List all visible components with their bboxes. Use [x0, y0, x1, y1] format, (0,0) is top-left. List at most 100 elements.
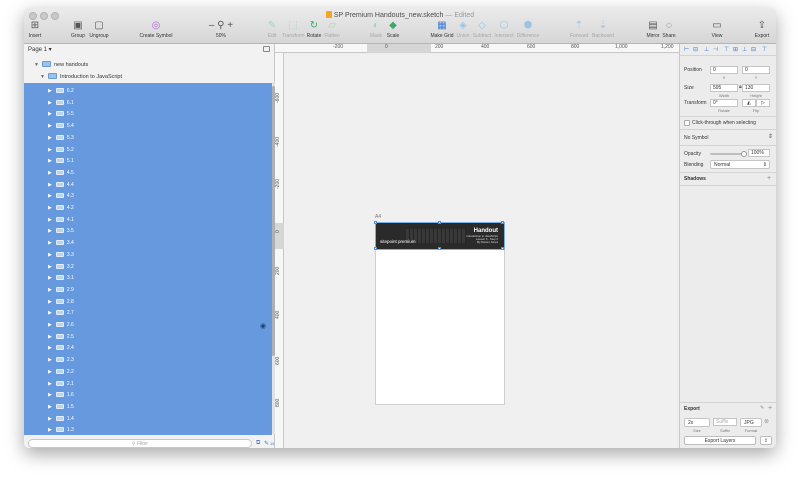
layer-row[interactable]: ▶ 5.3 — [48, 133, 74, 145]
artboard-label[interactable]: A4 — [375, 214, 381, 220]
filter-options-icon[interactable]: ⧉ — [256, 440, 260, 447]
layer-row[interactable]: ▶ 5.4 — [48, 121, 74, 133]
difference-button[interactable]: ⬢ Difference — [516, 21, 540, 40]
export-toolbar-button[interactable]: ⇪ Export — [754, 21, 770, 40]
layer-row[interactable]: ▶ 4.2 — [48, 203, 74, 215]
layer-row[interactable]: ▶ 1.6 — [48, 390, 74, 402]
blending-select[interactable]: Normal ⇕ — [710, 160, 770, 169]
align-baseline-icon[interactable]: ⊤ — [762, 47, 768, 53]
add-export-icon[interactable]: + — [768, 405, 772, 412]
layer-row[interactable]: ▶ 2.6 — [48, 320, 74, 332]
flip-horizontal-button[interactable]: ◭ — [742, 99, 756, 107]
union-button[interactable]: ◈ Union — [456, 21, 470, 40]
slice-knife-icon[interactable]: ✎ — [760, 405, 764, 412]
layer-row[interactable]: ▶ 2.8 — [48, 297, 74, 309]
transform-button[interactable]: ⬚ Transform — [282, 21, 305, 40]
layer-row[interactable]: ▶ 3.5 — [48, 226, 74, 238]
scale-button[interactable]: ◆ Scale — [386, 21, 400, 40]
remove-export-icon[interactable]: ⊗ — [764, 419, 769, 426]
layer-row[interactable]: ▶ 2.9 — [48, 285, 74, 297]
layer-group-new-handouts[interactable]: ▼ new handouts — [34, 59, 88, 71]
view-button[interactable]: ▭ View — [708, 21, 726, 40]
opacity-slider[interactable] — [710, 153, 744, 155]
flip-vertical-button[interactable]: ▷ — [756, 99, 770, 107]
position-y-field[interactable]: 0 — [742, 66, 770, 74]
align-center-horizontal-icon[interactable]: ⊥ — [704, 47, 710, 53]
group-button[interactable]: ▣ Group — [70, 21, 86, 40]
layer-row[interactable]: ▶ 3.3 — [48, 250, 74, 262]
align-bottom-icon[interactable]: ⊥ — [742, 47, 748, 53]
make-grid-button[interactable]: ▦ Make Grid — [430, 21, 454, 40]
layer-row[interactable]: ▶ 3.1 — [48, 273, 74, 285]
export-suffix-input[interactable]: Suffix — [713, 418, 737, 426]
backward-button[interactable]: ⇣ Backward — [592, 21, 614, 40]
layer-row[interactable]: ▶ 3.4 — [48, 238, 74, 250]
align-middle-icon[interactable]: ⊞ — [733, 47, 739, 53]
resize-handle[interactable] — [374, 247, 377, 250]
layer-row[interactable]: ▶ 2.5 — [48, 332, 74, 344]
resize-handle[interactable] — [501, 221, 504, 224]
artboard-a4[interactable]: sitepoint premium Handout Introduction t… — [374, 221, 505, 405]
layer-row[interactable]: ▶ 4.5 — [48, 168, 74, 180]
handout-banner[interactable]: sitepoint premium Handout Introduction t… — [375, 222, 505, 250]
layer-row[interactable]: ▶ 2.3 — [48, 355, 74, 367]
create-symbol-button[interactable]: ◎ Create Symbol — [138, 21, 174, 40]
align-right-icon[interactable]: ⊣ — [713, 47, 719, 53]
layer-row[interactable]: ▶ 1.4 — [48, 414, 74, 426]
resize-handle[interactable] — [374, 221, 377, 224]
resize-handle[interactable] — [438, 221, 441, 224]
width-field[interactable]: 595 — [710, 84, 738, 92]
layer-artboard-intro-js[interactable]: ▼ Introduction to JavaScript — [40, 71, 122, 83]
layer-row[interactable]: ▶ 2.1 — [48, 379, 74, 391]
layer-row[interactable]: ▶ 6.2 — [48, 86, 74, 98]
layer-row[interactable]: ▶ 4.3 — [48, 191, 74, 203]
symbol-select[interactable]: No Symbol — [684, 135, 708, 141]
pages-toggle-icon[interactable] — [263, 46, 270, 52]
layer-row[interactable]: ▶ 4.4 — [48, 180, 74, 192]
rotate-field[interactable]: 0° — [710, 99, 738, 107]
layer-row[interactable]: ▶ 6.1 — [48, 98, 74, 110]
position-x-field[interactable]: 0 — [710, 66, 738, 74]
opacity-slider-knob[interactable] — [741, 151, 747, 157]
rotate-button[interactable]: ↻ Rotate — [306, 21, 322, 40]
flatten-button[interactable]: ▱ Flatten — [324, 21, 340, 40]
export-layers-button[interactable]: Export Layers — [684, 436, 756, 445]
share-export-button[interactable]: ⇪ — [760, 436, 772, 445]
ungroup-button[interactable]: ▢ Ungroup — [88, 21, 110, 40]
slice-icon[interactable]: ✎ — [264, 440, 269, 447]
layer-row[interactable]: ▶ 4.1 — [48, 215, 74, 227]
layer-row[interactable]: ▶ 2.2 — [48, 367, 74, 379]
distribute-vertical-icon[interactable]: ⊟ — [751, 47, 757, 53]
layer-row[interactable]: ▶ 2.4 — [48, 343, 74, 355]
align-top-icon[interactable]: ⊤ — [724, 47, 730, 53]
export-format-select[interactable]: JPG — [740, 418, 762, 427]
align-left-icon[interactable]: ⊢ — [684, 47, 690, 53]
subtract-button[interactable]: ◇ Subtract — [472, 21, 492, 40]
resize-handle[interactable] — [501, 247, 504, 250]
add-shadow-icon[interactable]: + — [767, 175, 771, 182]
mask-button[interactable]: ◐ Mask — [370, 21, 382, 40]
layer-row[interactable]: ▶ 5.2 — [48, 145, 74, 157]
mirror-button[interactable]: ▤ Mirror — [646, 21, 660, 40]
layer-row[interactable]: ▶ 1.3 — [48, 425, 74, 437]
share-button[interactable]: ◌ Share — [662, 21, 676, 40]
click-through-checkbox[interactable] — [684, 120, 690, 126]
export-scale-select[interactable]: 2x — [684, 418, 710, 427]
filter-input[interactable]: ⚲ Filter — [28, 439, 252, 448]
zoom-control[interactable]: – ⚲ +50% — [206, 21, 236, 40]
layer-row[interactable]: ▶ 3.2 — [48, 262, 74, 274]
insert-button[interactable]: ⊞ Insert — [28, 21, 42, 40]
opacity-field[interactable]: 100% — [748, 149, 770, 157]
layer-row[interactable]: ▶ 5.1 — [48, 156, 74, 168]
vertical-ruler[interactable]: -600 -400 -200 0 200 400 600 800 — [275, 53, 284, 448]
intersect-button[interactable]: ⬡ Intersect — [494, 21, 514, 40]
edit-button[interactable]: ✎ Edit — [266, 21, 278, 40]
chevron-updown-icon[interactable]: ⇕ — [768, 133, 773, 140]
height-field[interactable]: 130 — [742, 84, 770, 92]
forward-button[interactable]: ⇡ Forward — [570, 21, 588, 40]
resize-handle[interactable] — [438, 247, 441, 250]
eye-icon[interactable]: ◉ — [260, 322, 266, 330]
page-selector[interactable]: Page 1 ▾ — [28, 46, 52, 53]
layer-row[interactable]: ▶ 2.7 — [48, 308, 74, 320]
distribute-horizontal-icon[interactable]: ⊟ — [693, 47, 699, 53]
